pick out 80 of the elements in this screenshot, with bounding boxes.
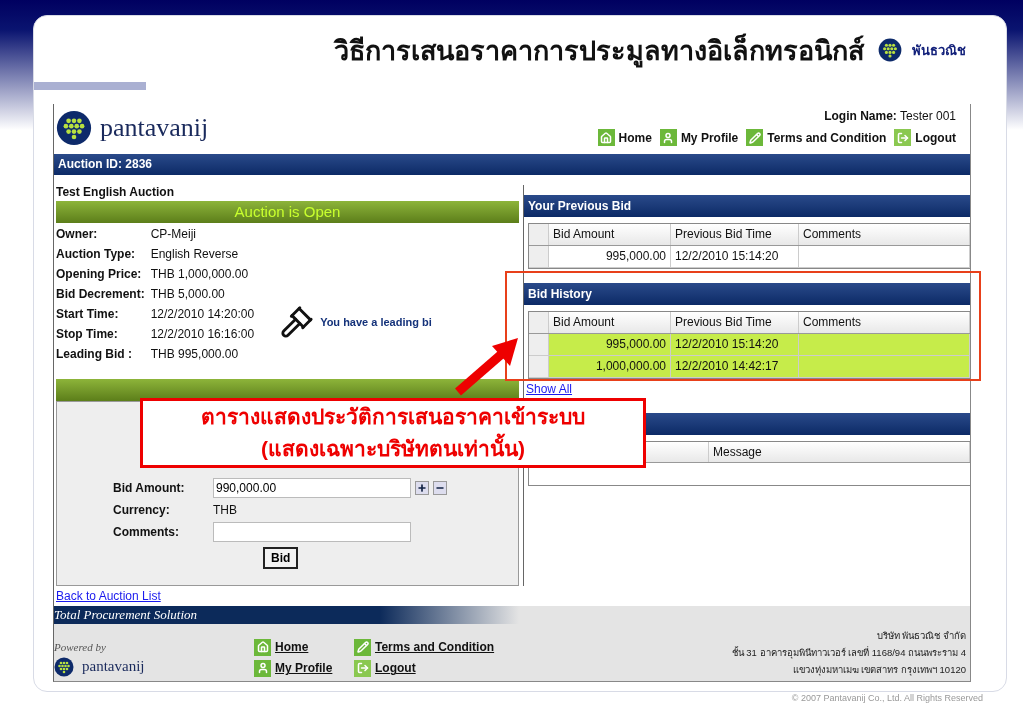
column-header: Previous Bid Time [671, 311, 799, 333]
detail-value: CP-Meiji [150, 226, 198, 241]
form-label: Comments: [113, 524, 180, 539]
table-cell: 1,000,000.00 [549, 355, 671, 377]
nav-link[interactable]: Terms and Condition [746, 129, 887, 147]
panel-header: Bid History [524, 282, 970, 305]
logo-icon [56, 109, 92, 146]
address-line: แขวงทุ่งมหาเมฆ เขตสาทร กรุงเทพฯ 10120 [792, 663, 966, 677]
column-header: Message [709, 441, 970, 462]
brand-name: พันธวณิช [912, 41, 966, 60]
row-header-cell [529, 311, 549, 333]
detail-value: THB 1,000,000.00 [150, 266, 250, 281]
home-icon [254, 639, 271, 656]
back-link[interactable]: Back to Auction List [56, 589, 161, 603]
detail-value: 12/2/2010 14:20:00 [150, 306, 255, 321]
footer-link[interactable]: Logout [354, 660, 495, 677]
footer-link[interactable]: Terms and Condition [354, 639, 495, 656]
login-name: Login Name: Tester 001 [824, 109, 956, 124]
column-header: Comments [799, 311, 970, 333]
table-cell: 12/2/2010 15:14:20 [671, 333, 799, 355]
panel-header: Your Previous Bid [524, 194, 970, 217]
auction-title: Test English Auction [55, 183, 175, 201]
detail-label: Start Time: [56, 306, 120, 321]
bid-button[interactable]: Bid [263, 546, 299, 569]
detail-value: English Reverse [150, 246, 240, 261]
nav-link[interactable]: My Profile [659, 129, 739, 147]
detail-label: Stop Time: [56, 326, 119, 341]
detail-label: Bid Decrement: [56, 286, 145, 301]
minus-button[interactable] [433, 480, 447, 495]
logo-icon [878, 38, 902, 62]
detail-label: Leading Bid : [56, 346, 133, 361]
plus-icon [417, 482, 427, 493]
auction-status-bar: Auction is Open [56, 200, 519, 223]
tagline: Total Procurement Solution [54, 606, 519, 624]
show-all-link[interactable]: Show All [526, 381, 573, 396]
logo-text: pantavanij [100, 112, 209, 143]
pencil-icon [354, 639, 371, 656]
slide-title: วิธีการเสนอราคาการประมูลทางอิเล็กทรอนิกส์ [334, 32, 864, 70]
detail-label: Opening Price: [56, 266, 143, 281]
exit-icon [354, 660, 371, 677]
column-header: Previous Bid Time [671, 223, 799, 245]
table-cell: 12/2/2010 14:42:17 [671, 355, 799, 377]
callout-text: ตารางแสดงประวัติการเสนอราคาเข้าระบบ [201, 404, 585, 430]
address-line: ชั้น 31 อาคารอุมพินีทาวเวอร์ เลขที่ 1168/94 ถนนพระราม 4 [731, 645, 966, 660]
leading-bid-message: You have a leading bi [320, 315, 432, 328]
column-header: Bid Amount [549, 223, 671, 245]
copyright-text: © 2007 Pantavanij Co., Ltd. All Rights Reserved [791, 693, 983, 703]
comments-field[interactable] [213, 521, 411, 542]
detail-label: Owner: [56, 226, 99, 241]
nav-link[interactable]: Home [597, 129, 652, 147]
table-cell: 995,000.00 [549, 333, 671, 355]
callout-text: (แสดงเฉพาะบริษัทตนเท่านั้น) [261, 433, 525, 465]
person-icon [254, 660, 271, 677]
person-icon [659, 129, 677, 147]
pencil-icon [746, 129, 764, 147]
column-header: Bid Amount [549, 311, 671, 333]
detail-value: THB 995,000.00 [150, 346, 240, 361]
detail-value: THB 5,000.00 [150, 286, 226, 301]
plus-button[interactable] [415, 480, 429, 495]
detail-value: 12/2/2010 16:16:00 [150, 326, 255, 341]
auction-id-bar: Auction ID: 2836 [54, 153, 970, 175]
exit-icon [894, 129, 912, 147]
footer-link[interactable]: My Profile [254, 660, 354, 677]
currency-value: THB [213, 502, 238, 517]
form-label: Bid Amount: [113, 480, 186, 495]
table-cell: 12/2/2010 15:14:20 [671, 245, 799, 267]
form-label: Currency: [113, 502, 171, 517]
logo-text: pantavanij [82, 658, 145, 676]
bid-amount-field[interactable]: 990,000.00 [213, 477, 411, 498]
column-header: Comments [799, 223, 970, 245]
logo-icon [54, 657, 74, 677]
address-line: บริษัท พันธวณิช จำกัด [876, 629, 966, 643]
home-icon [597, 129, 615, 147]
nav-link[interactable]: Logout [894, 129, 956, 147]
powered-by-text: Powered by [54, 641, 107, 653]
row-header-cell [529, 223, 549, 245]
table-cell: 995,000.00 [549, 245, 671, 267]
footer-link[interactable]: Home [254, 639, 354, 656]
detail-label: Auction Type: [56, 246, 137, 261]
gavel-icon [280, 304, 315, 339]
